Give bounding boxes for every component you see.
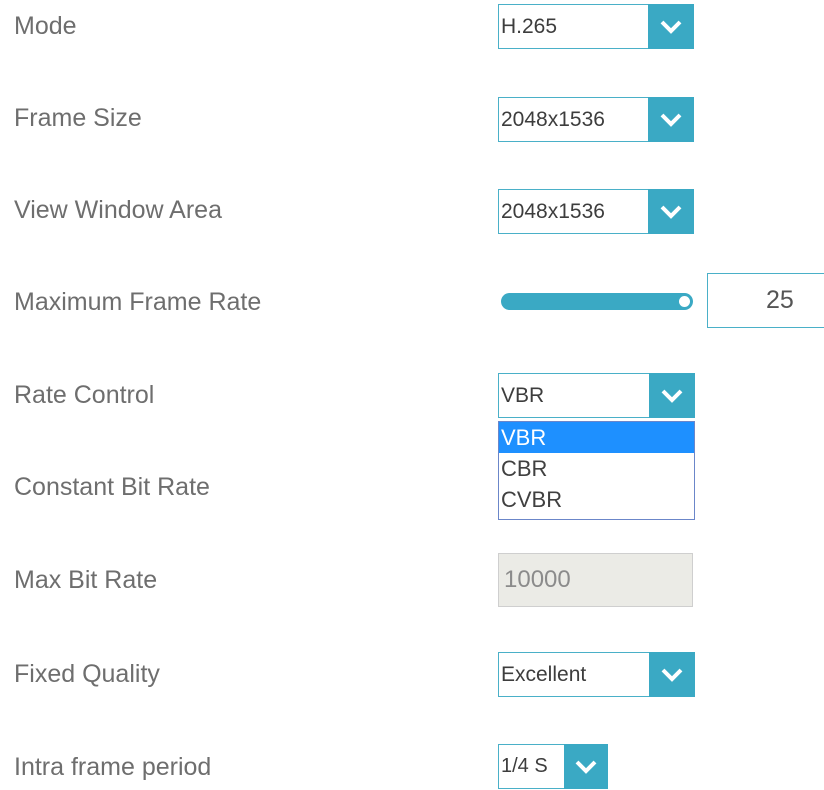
- rate-control-select[interactable]: VBR: [498, 373, 695, 418]
- fixed-quality-dropdown-button[interactable]: [649, 652, 695, 697]
- intra-frame-period-value: 1/4 S: [501, 755, 548, 777]
- frame-rate-slider[interactable]: [501, 293, 693, 310]
- max-bit-rate-input: 10000: [498, 553, 693, 607]
- view-window-area-dropdown-button[interactable]: [648, 189, 694, 234]
- rate-control-option-cbr[interactable]: CBR: [499, 453, 694, 484]
- constant-bit-rate-label: Constant Bit Rate: [14, 473, 210, 501]
- mode-label: Mode: [14, 12, 77, 40]
- fixed-quality-value: Excellent: [501, 663, 587, 686]
- frame-size-label: Frame Size: [14, 104, 142, 132]
- fixed-quality-select[interactable]: Excellent: [498, 652, 695, 697]
- frame-size-select[interactable]: 2048x1536: [498, 97, 694, 142]
- rate-control-option-cvbr[interactable]: CVBR: [499, 484, 694, 515]
- view-window-area-value: 2048x1536: [501, 200, 605, 223]
- frame-rate-slider-handle[interactable]: [678, 295, 691, 308]
- max-bit-rate-value: 10000: [504, 566, 571, 593]
- max-frame-rate-label: Maximum Frame Rate: [14, 288, 262, 316]
- mode-select[interactable]: H.265: [498, 4, 694, 49]
- intra-frame-period-select[interactable]: 1/4 S: [498, 744, 608, 789]
- mode-value: H.265: [501, 15, 558, 38]
- max-bit-rate-label: Max Bit Rate: [14, 566, 158, 594]
- rate-control-dropdown-button[interactable]: [649, 373, 695, 418]
- chevron-down-icon: [660, 20, 682, 34]
- frame-rate-value: 25: [766, 286, 794, 314]
- fixed-quality-label: Fixed Quality: [14, 660, 160, 688]
- rate-control-value: VBR: [501, 384, 545, 407]
- chevron-down-icon: [660, 205, 682, 219]
- mode-dropdown-button[interactable]: [648, 4, 694, 49]
- chevron-down-icon: [661, 389, 683, 403]
- chevron-down-icon: [575, 760, 597, 774]
- rate-control-options: VBR CBR CVBR: [498, 421, 695, 520]
- frame-rate-input[interactable]: 25: [707, 273, 824, 328]
- rate-control-label: Rate Control: [14, 381, 155, 409]
- view-window-area-label: View Window Area: [14, 196, 222, 224]
- intra-frame-period-dropdown-button[interactable]: [564, 744, 608, 789]
- frame-size-value: 2048x1536: [501, 108, 605, 131]
- frame-size-dropdown-button[interactable]: [648, 97, 694, 142]
- chevron-down-icon: [661, 668, 683, 682]
- intra-frame-period-label: Intra frame period: [14, 753, 212, 781]
- chevron-down-icon: [660, 113, 682, 127]
- rate-control-option-vbr[interactable]: VBR: [499, 422, 694, 453]
- view-window-area-select[interactable]: 2048x1536: [498, 189, 694, 234]
